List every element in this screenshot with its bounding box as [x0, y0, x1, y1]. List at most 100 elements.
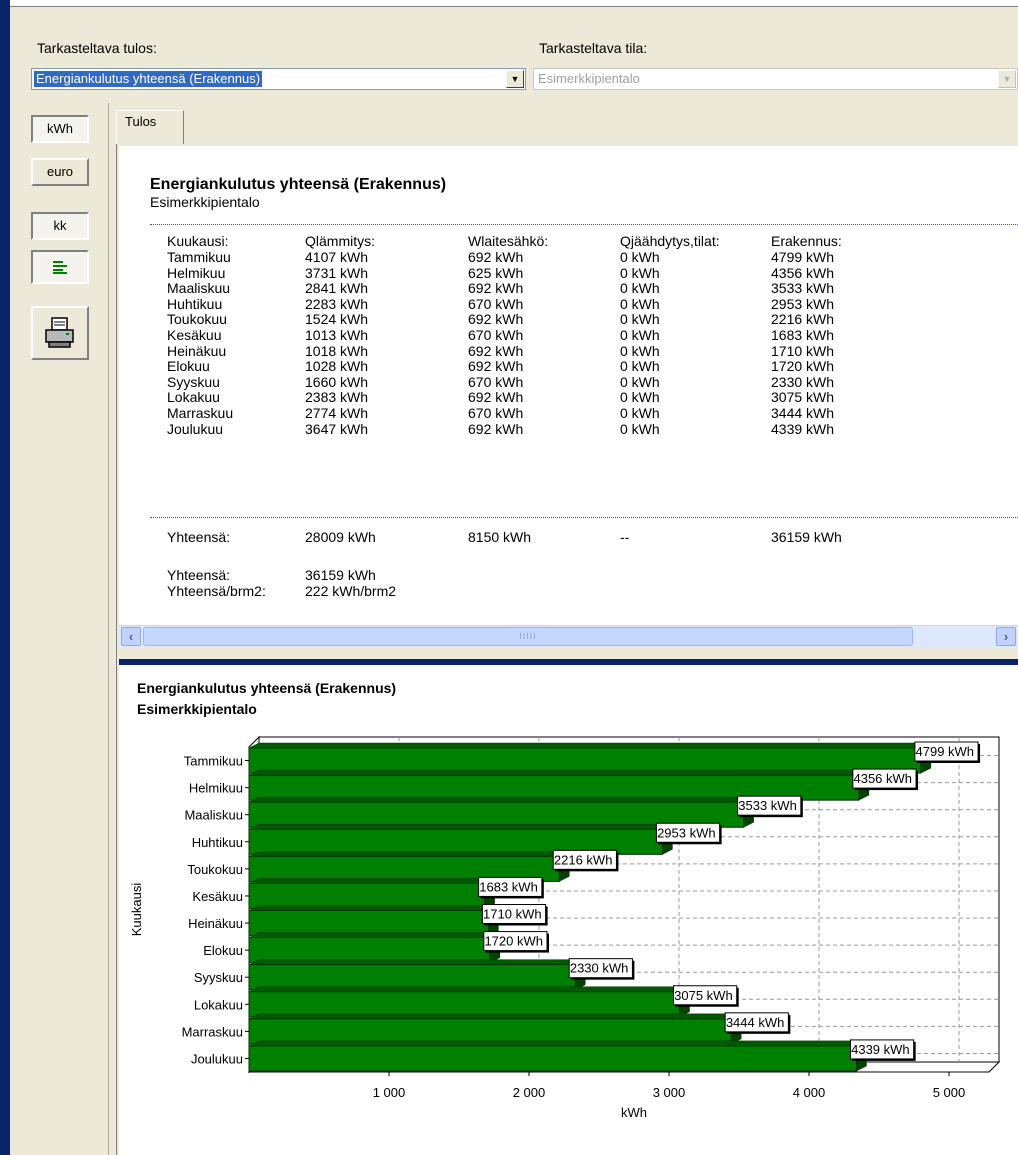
table-cell: 2330 kWh	[771, 373, 835, 390]
list-view-toggle-button[interactable]	[31, 250, 89, 284]
bar-top	[248, 878, 495, 884]
scroll-thumb[interactable]: IIIII	[143, 627, 913, 646]
y-tick-label: Toukokuu	[187, 862, 243, 877]
chevron-down-icon[interactable]: ▼	[506, 70, 524, 88]
table-cell: 1683 kWh	[771, 327, 835, 343]
table-cell: Yhteensä:	[167, 567, 231, 583]
table-cell: 4107 kWh	[305, 249, 369, 265]
y-tick-label: Huhtikuu	[192, 835, 243, 850]
y-tick-label: Kesäkuu	[192, 889, 243, 904]
kk-button-label: kk	[53, 218, 67, 233]
euro-button-label: euro	[46, 164, 74, 179]
tab-tulos[interactable]: Tulos	[116, 110, 184, 145]
bar-top	[248, 1040, 867, 1047]
x-axis-label: kWh	[621, 1105, 647, 1120]
table-cell: Toukokuu	[167, 311, 227, 328]
table-cell: Huhtikuu	[167, 295, 223, 312]
bar-top	[248, 932, 500, 938]
table-cell: 0 kWh	[620, 358, 660, 375]
data-label: 1720 kWh	[484, 934, 543, 949]
table-cell: 625 kWh	[468, 264, 524, 281]
table-cell: Syyskuu	[167, 373, 220, 390]
table-cell: 1013 kWh	[305, 327, 369, 343]
table-cell: 3731 kWh	[305, 264, 369, 281]
sidebar: kWh euro kk	[10, 103, 109, 1155]
scroll-left-icon[interactable]: ‹	[121, 627, 141, 646]
table-cell: Qjäähdytys,tilat:	[620, 233, 720, 249]
table-cell: 2383 kWh	[305, 389, 369, 406]
kwh-toggle-button[interactable]: kWh	[31, 115, 89, 143]
bar	[248, 1018, 732, 1045]
data-label: 4339 kWh	[851, 1042, 910, 1057]
table-cell: 2953 kWh	[771, 295, 835, 312]
table-cell: 692 kWh	[468, 389, 524, 406]
data-label: 4799 kWh	[916, 744, 975, 759]
table-cell: 1720 kWh	[771, 358, 835, 375]
table-cell: Erakennus:	[771, 233, 842, 249]
chevron-down-icon: ▼	[998, 70, 1016, 88]
table-cell: 670 kWh	[468, 405, 524, 421]
x-tick-label: 1 000	[373, 1085, 406, 1100]
table-cell: Lokakuu	[167, 389, 220, 406]
horizontal-scrollbar[interactable]: ‹ IIIII ›	[119, 625, 1018, 648]
x-tick-label: 5 000	[933, 1085, 966, 1100]
table-cell: 36159 kWh	[771, 529, 842, 545]
table-cell: 692 kWh	[468, 358, 524, 375]
data-label: 2953 kWh	[657, 825, 716, 840]
table-cell: 0 kWh	[620, 327, 660, 343]
scroll-right-icon[interactable]: ›	[996, 627, 1016, 646]
table-cell: 0 kWh	[620, 249, 660, 265]
table-cell: 692 kWh	[468, 249, 524, 265]
window-border	[0, 0, 10, 1155]
divider	[150, 224, 1018, 225]
table-title: Energiankulutus yhteensä (Erakennus)	[150, 176, 447, 193]
chart-pane: Energiankulutus yhteensä (Erakennus) Esi…	[119, 665, 1018, 1155]
table-cell: 1660 kWh	[305, 373, 369, 390]
table-cell: Yhteensä/brm2:	[167, 582, 266, 599]
table-cell: Yhteensä:	[167, 529, 231, 545]
x-tick-label: 3 000	[653, 1085, 686, 1100]
result-selector-label: Tarkasteltava tulos:	[37, 40, 157, 56]
bar-top	[248, 742, 931, 749]
table-cell: Elokuu	[167, 358, 210, 375]
y-tick-label: Syyskuu	[194, 970, 243, 985]
data-label: 1683 kWh	[479, 879, 538, 894]
data-label: 1710 kWh	[483, 907, 542, 922]
table-cell: 3533 kWh	[771, 280, 835, 297]
table-cell: Helmikuu	[167, 264, 226, 281]
table-cell: 28009 kWh	[305, 529, 376, 545]
bar-chart: Tammikuu 4799 kWh Helmikuu 4356 kWh Maalisku…	[129, 735, 1001, 1120]
y-tick-label: Heinäkuu	[188, 916, 243, 931]
table-cell: Qlämmitys:	[305, 233, 375, 249]
print-button[interactable]	[31, 306, 89, 360]
table-cell: 1710 kWh	[771, 342, 835, 359]
euro-toggle-button[interactable]: euro	[31, 158, 89, 186]
table-cell: 692 kWh	[468, 420, 524, 437]
pane-splitter[interactable]	[119, 647, 1018, 665]
table-cell: 692 kWh	[468, 311, 524, 328]
data-label: 3075 kWh	[674, 988, 733, 1003]
bar-top	[248, 1013, 742, 1020]
y-axis-label: Kuukausi	[129, 883, 144, 937]
table-cell: 3647 kWh	[305, 420, 369, 437]
bar	[248, 991, 680, 1018]
bar	[248, 964, 576, 991]
table-subtitle: Esimerkkipientalo	[150, 194, 260, 210]
bar	[248, 1045, 857, 1072]
bar	[248, 910, 489, 937]
table-cell: Tammikuu	[167, 249, 231, 265]
table-cell: 1028 kWh	[305, 358, 369, 375]
y-tick-label: Marraskuu	[182, 1024, 243, 1039]
x-tick-label: 4 000	[793, 1085, 826, 1100]
table-cell: 0 kWh	[620, 405, 660, 421]
tab-label: Tulos	[125, 114, 157, 129]
table-cell: 0 kWh	[620, 264, 660, 281]
space-selector-label: Tarkasteltava tila:	[539, 40, 648, 56]
table-cell: 8150 kWh	[468, 529, 532, 545]
table-cell: 0 kWh	[620, 420, 660, 437]
divider	[150, 517, 1018, 518]
result-selector[interactable]: Energiankulutus yhteensä (Erakennus) ▼	[31, 68, 526, 90]
kk-toggle-button[interactable]: kk	[31, 212, 89, 240]
data-label: 3533 kWh	[738, 798, 797, 813]
bar-top	[248, 769, 869, 776]
